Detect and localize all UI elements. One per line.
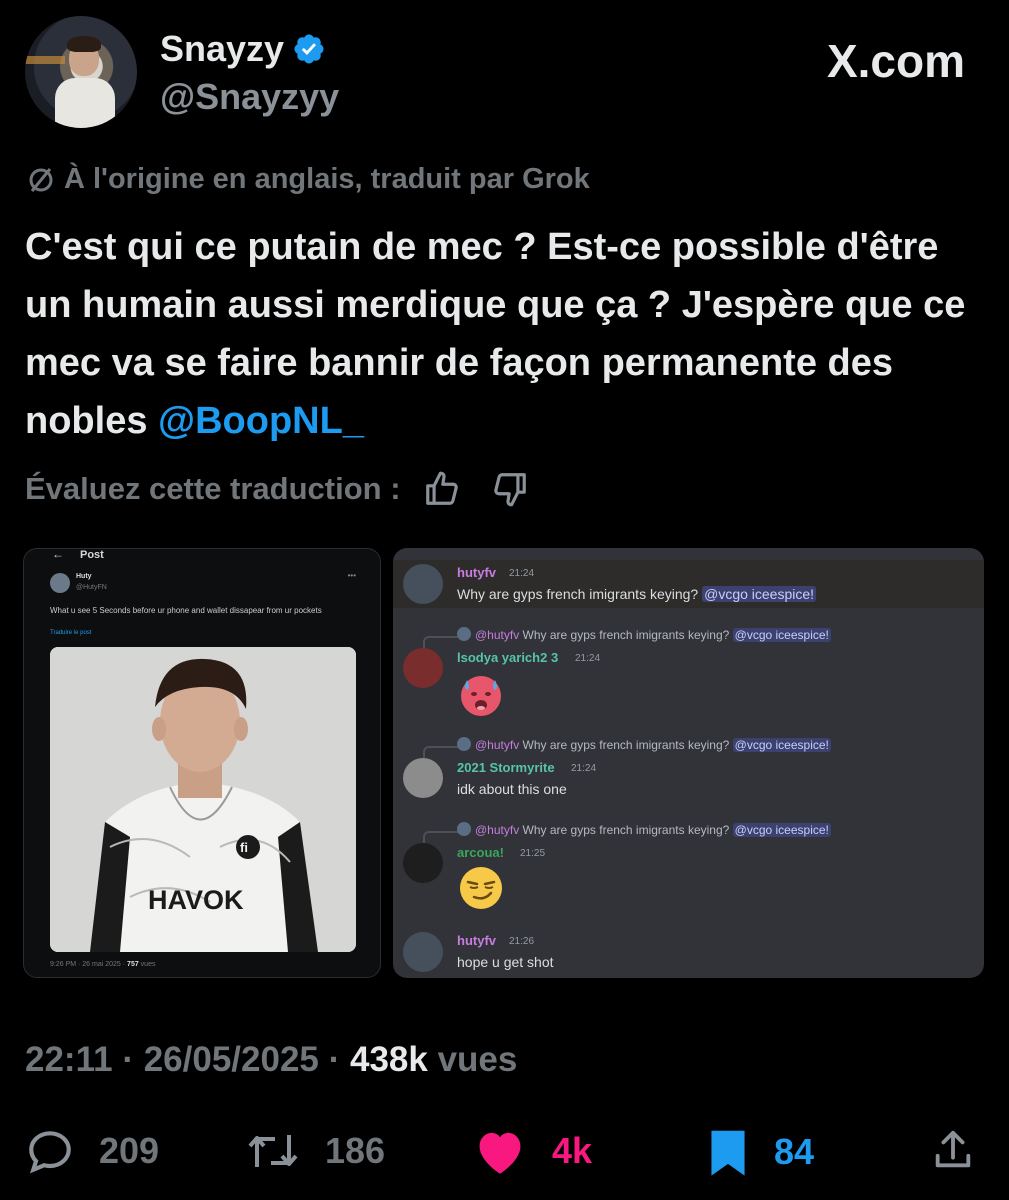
reply-button[interactable]: 209 — [25, 1126, 159, 1176]
discord-username: hutyfv — [457, 933, 496, 948]
discord-reply-preview: @hutyfv Why are gyps french imigrants ke… — [457, 737, 831, 752]
jersey-text: HAVOK — [148, 885, 244, 915]
tweet-meta: 22:11 · 26/05/2025 · 438k vues — [25, 1040, 518, 1079]
discord-avatar — [403, 758, 443, 798]
more-icon: ••• — [347, 571, 356, 580]
discord-username: arcoua! — [457, 845, 504, 860]
verified-badge-icon — [294, 34, 324, 64]
author-name[interactable]: Snayzy — [160, 28, 284, 70]
reply-connector — [423, 831, 459, 843]
author-handle[interactable]: @Snayzyy — [160, 76, 339, 118]
rate-translation: Évaluez cette traduction : — [25, 470, 529, 508]
repost-icon — [248, 1135, 298, 1167]
like-count: 4k — [552, 1130, 593, 1171]
discord-message-text: idk about this one — [457, 781, 567, 797]
tweet-text: C'est qui ce putain de mec ? Est-ce poss… — [25, 218, 985, 450]
embedded-photo: fi HAVOK — [50, 647, 356, 952]
heart-icon — [479, 1132, 521, 1174]
discord-avatar — [403, 932, 443, 972]
repost-count: 186 — [325, 1130, 386, 1171]
thumbs-down-icon[interactable] — [491, 470, 529, 508]
author-avatar[interactable] — [25, 16, 137, 128]
site-logo: X.com — [826, 35, 965, 87]
media-image-embedded-post[interactable]: ← Post Huty @HutyFN ••• What u see 5 Sec… — [23, 548, 381, 978]
embedded-post-text: What u see 5 Seconds before ur phone and… — [50, 606, 322, 615]
back-arrow-icon: ← — [52, 548, 64, 561]
rate-translation-label: Évaluez cette traduction : — [25, 471, 401, 506]
bookmark-icon — [711, 1130, 745, 1176]
reply-connector — [423, 746, 459, 758]
tweet-actions-bar: 209 186 4k 84 — [0, 1120, 1009, 1180]
tweet-date[interactable]: 26/05/2025 — [144, 1040, 319, 1079]
discord-message-text: hope u get shot — [457, 954, 554, 970]
thumbs-up-icon[interactable] — [423, 470, 461, 508]
embedded-avatar — [50, 573, 70, 593]
embedded-author-handle: @HutyFN — [76, 584, 107, 591]
discord-reply-preview: @hutyfv Why are gyps french imigrants ke… — [457, 822, 831, 837]
discord-avatar — [403, 648, 443, 688]
author-name-row[interactable]: Snayzy — [160, 28, 326, 70]
bookmark-button[interactable]: 84 — [706, 1126, 814, 1178]
share-button[interactable] — [930, 1126, 976, 1174]
discord-timestamp: 21:26 — [509, 936, 535, 947]
discord-timestamp: 21:24 — [571, 763, 597, 774]
tweet-views-count: 438k — [349, 1040, 428, 1079]
discord-reply-preview: @hutyfv Why are gyps french imigrants ke… — [457, 627, 831, 642]
reply-icon — [29, 1131, 71, 1174]
discord-timestamp: 21:25 — [520, 848, 546, 859]
discord-avatar — [403, 843, 443, 883]
repost-button[interactable]: 186 — [245, 1126, 385, 1176]
no-translate-icon — [29, 167, 53, 192]
share-icon — [935, 1130, 971, 1168]
translation-note: À l'origine en anglais, traduit par Grok — [26, 163, 590, 196]
embedded-author-name: Huty — [76, 573, 92, 580]
person-photo-illustration: fi HAVOK — [50, 647, 356, 952]
bookmark-count: 84 — [774, 1131, 815, 1172]
svg-text:fi: fi — [240, 840, 248, 855]
embedded-post-footer: 9:26 PM · 26 mai 2025 · 757 vues — [50, 961, 156, 968]
embedded-translate-link: Traduire le post — [50, 630, 92, 636]
discord-timestamp: 21:24 — [509, 568, 535, 579]
translation-note-text: À l'origine en anglais, traduit par Grok — [64, 163, 590, 195]
tweet-mention-link[interactable]: @BoopNL_ — [158, 400, 364, 442]
like-button[interactable]: 4k — [472, 1126, 592, 1176]
discord-username: lsodya yarich2 3 — [457, 650, 559, 665]
discord-username: 2021 Stormyrite — [457, 760, 555, 775]
discord-avatar — [403, 564, 443, 604]
discord-message-text: Why are gyps french imigrants keying? @v… — [457, 586, 817, 602]
reply-connector — [423, 636, 459, 648]
smirk-emoji-icon — [460, 867, 502, 909]
tweet-time[interactable]: 22:11 — [25, 1040, 113, 1079]
embedded-post-header: Post — [80, 549, 104, 561]
discord-username: hutyfv — [457, 565, 496, 580]
media-image-discord-chat[interactable]: hutyfv 21:24 Why are gyps french imigran… — [393, 548, 984, 978]
discord-timestamp: 21:24 — [575, 653, 601, 664]
reply-count: 209 — [99, 1130, 160, 1171]
hot-face-emoji-icon — [461, 676, 501, 716]
